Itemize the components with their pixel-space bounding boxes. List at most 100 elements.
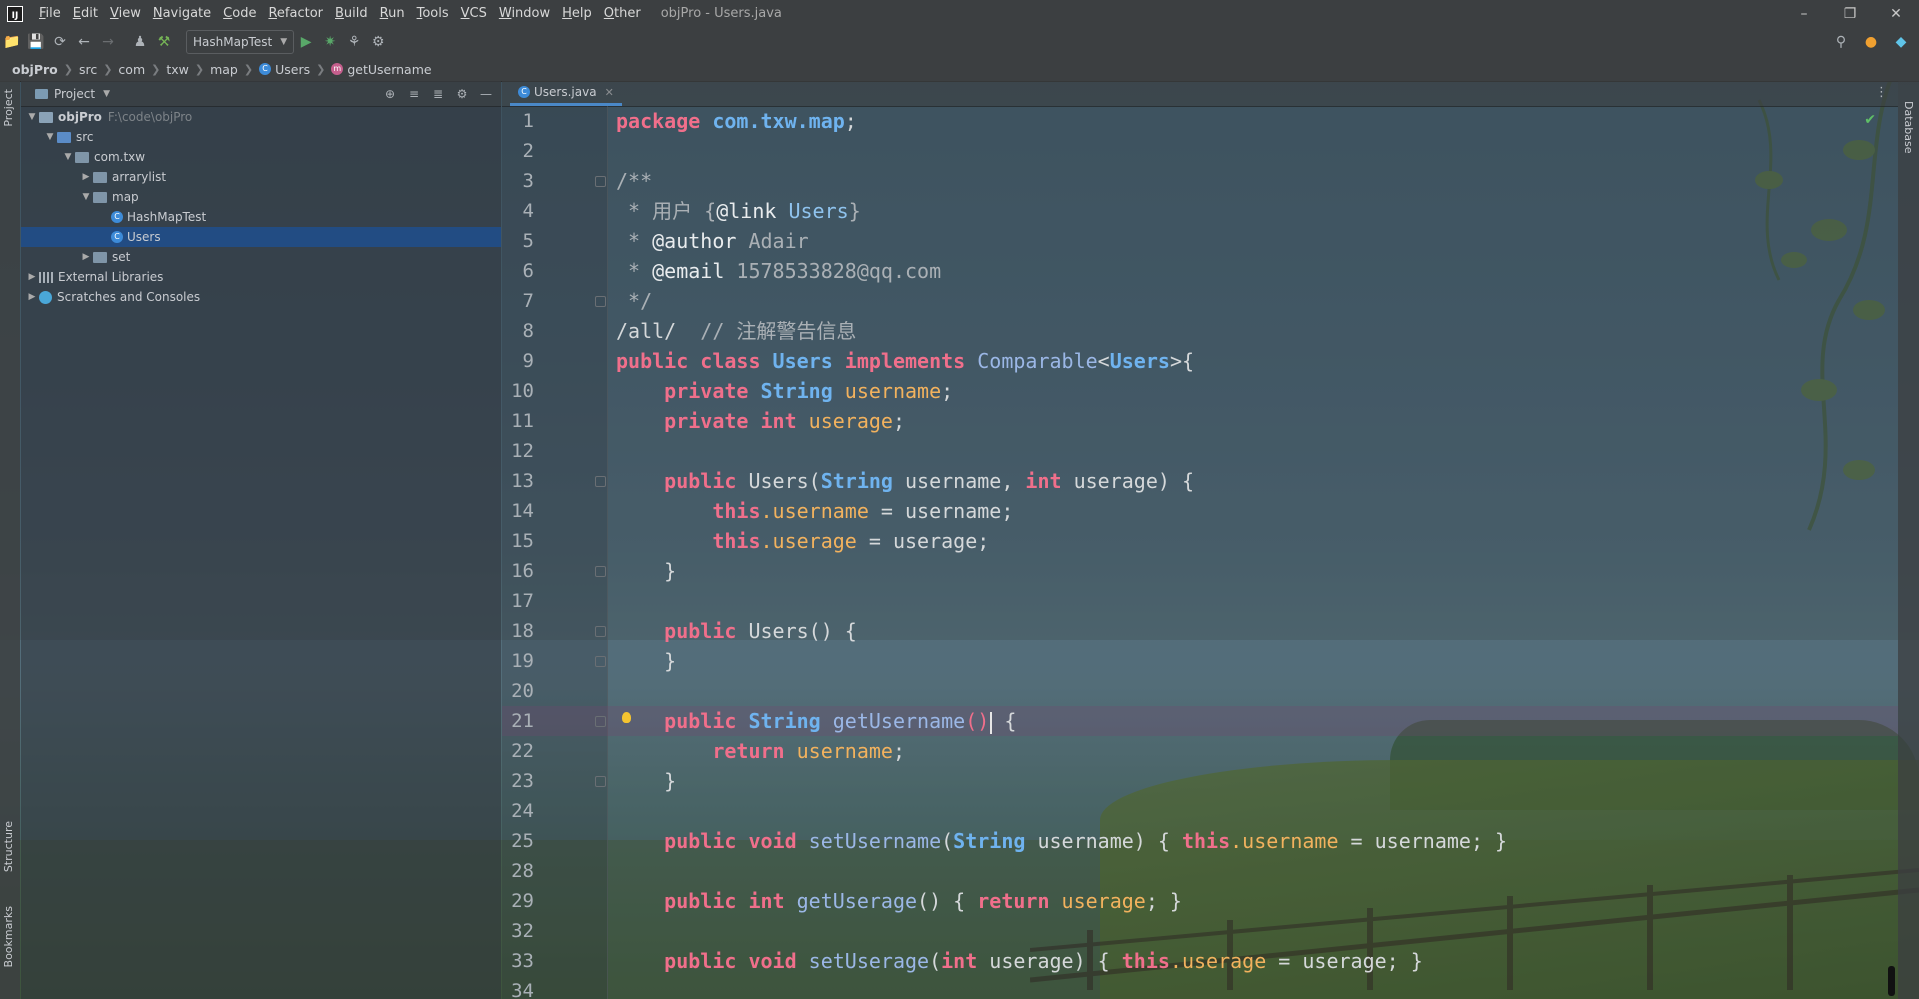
collapse-all-icon[interactable]: ≣	[429, 85, 447, 103]
chevron-down-icon[interactable]: ▼	[25, 112, 39, 122]
fold-icon[interactable]	[595, 776, 606, 787]
more-options-icon[interactable]: ⋮	[1875, 85, 1888, 100]
editor-scrollbar[interactable]	[1888, 966, 1895, 996]
forward-icon[interactable]: →	[96, 30, 120, 54]
code-area[interactable]: 1 package com.txw.map; 2 3 /** 4 * 用户 {@li…	[502, 106, 1898, 999]
menu-edit[interactable]: Edit	[67, 6, 104, 21]
tab-users-java[interactable]: C Users.java ✕	[510, 81, 622, 106]
tool-window-bookmarks[interactable]: Bookmarks	[2, 906, 15, 967]
debug-icon[interactable]: ✷	[318, 30, 342, 54]
tree-item-map[interactable]: ▼ map	[21, 187, 501, 207]
crumb-map[interactable]: map	[206, 62, 242, 77]
tool-window-database[interactable]: Database	[1902, 101, 1915, 154]
tree-item-external-libraries[interactable]: ▶ External Libraries	[21, 267, 501, 287]
tree-item-label: Users	[127, 230, 161, 244]
fold-icon[interactable]	[595, 476, 606, 487]
fold-icon[interactable]	[595, 296, 606, 307]
tool-window-structure[interactable]: Structure	[2, 821, 15, 872]
class-icon: C	[259, 63, 272, 75]
menu-other[interactable]: Other	[598, 6, 647, 21]
chevron-down-icon[interactable]: ▼	[43, 132, 57, 142]
tree-item-objpro[interactable]: ▼ objPro F:\code\objPro	[21, 107, 501, 127]
coverage-icon[interactable]: ⚘	[342, 30, 366, 54]
run-configuration-select[interactable]: HashMapTest ▼	[186, 30, 295, 54]
menu-tools[interactable]: Tools	[411, 6, 455, 21]
line-number: 5	[522, 230, 534, 252]
update-icon[interactable]: ●	[1859, 30, 1883, 54]
keyword-token: implements	[844, 349, 966, 373]
menu-build[interactable]: Build	[329, 6, 374, 21]
menu-code[interactable]: Code	[217, 6, 262, 21]
fold-icon[interactable]	[595, 176, 606, 187]
code-text: this.userage = userage;	[616, 526, 989, 556]
menu-refactor[interactable]: Refactor	[262, 6, 329, 21]
chevron-right-icon[interactable]: ▶	[79, 172, 93, 182]
menu-view[interactable]: View	[104, 6, 147, 21]
code-token: userage) {	[1061, 469, 1194, 493]
hide-icon[interactable]: —	[477, 85, 495, 103]
plugin-icon[interactable]: ◆	[1889, 30, 1913, 54]
chevron-right-icon[interactable]: ▶	[79, 252, 93, 262]
restore-icon[interactable]: ❐	[1827, 0, 1873, 27]
chevron-down-icon[interactable]: ▼	[61, 152, 75, 162]
chevron-down-icon[interactable]: ▼	[79, 192, 93, 202]
fold-icon[interactable]	[595, 566, 606, 577]
line-number: 11	[511, 410, 534, 432]
tree-item-label: set	[112, 250, 131, 264]
user-dropdown-icon[interactable]: ♟	[128, 30, 152, 54]
open-folder-icon[interactable]: 📁	[0, 30, 24, 54]
crumb-txw[interactable]: txw	[162, 62, 193, 77]
toolbar-right: ⚲ ● ◆	[1829, 30, 1913, 54]
tree-item-arrarylist[interactable]: ▶ arrarylist	[21, 167, 501, 187]
menu-navigate[interactable]: Navigate	[147, 6, 217, 21]
crumb-src[interactable]: src	[75, 62, 101, 77]
tree-item-com-txw[interactable]: ▼ com.txw	[21, 147, 501, 167]
close-tab-icon[interactable]: ✕	[605, 86, 614, 99]
chevron-right-icon[interactable]: ▶	[25, 292, 39, 302]
code-token: }	[616, 559, 677, 583]
profile-icon[interactable]: ⚙	[366, 30, 390, 54]
code-token: ;	[844, 109, 857, 133]
menu-help[interactable]: Help	[556, 6, 598, 21]
tree-item-set[interactable]: ▶ set	[21, 247, 501, 267]
keyword-token: return	[977, 889, 1050, 913]
fold-icon[interactable]	[595, 626, 606, 637]
close-icon[interactable]: ✕	[1873, 0, 1919, 27]
menu-file[interactable]: File	[33, 6, 67, 21]
tool-window-project[interactable]: Project	[2, 89, 15, 127]
menu-run[interactable]: Run	[374, 6, 411, 21]
tree-item-scratches[interactable]: ▶ Scratches and Consoles	[21, 287, 501, 307]
build-hammer-icon[interactable]: ⚒	[152, 30, 176, 54]
expand-all-icon[interactable]: ≡	[405, 85, 423, 103]
chevron-right-icon[interactable]: ▶	[25, 272, 39, 282]
code-editor[interactable]: ✔ 1 package com.txw.map; 2 3/** 4 * 用户 {@…	[502, 106, 1898, 999]
class-icon: C	[111, 231, 123, 243]
line-number: 13	[511, 470, 534, 492]
locate-icon[interactable]: ⊕	[381, 85, 399, 103]
tree-item-users[interactable]: C Users	[21, 227, 501, 247]
crumb-com[interactable]: com	[114, 62, 149, 77]
code-token: >{	[1169, 349, 1195, 373]
fold-icon[interactable]	[595, 716, 606, 727]
save-all-icon[interactable]: 💾	[24, 30, 48, 54]
line-number: 4	[522, 200, 534, 222]
fold-icon[interactable]	[595, 656, 606, 667]
tree-item-hashmaptest[interactable]: C HashMapTest	[21, 207, 501, 227]
settings-gear-icon[interactable]: ⚙	[453, 85, 471, 103]
menu-vcs[interactable]: VCS	[455, 6, 493, 21]
search-icon[interactable]: ⚲	[1829, 30, 1853, 54]
tree-item-src[interactable]: ▼ src	[21, 127, 501, 147]
minimize-icon[interactable]: –	[1781, 0, 1827, 27]
main-toolbar: 📁 💾 ⟳ ← → ♟ ⚒ HashMapTest ▼ ▶ ✷ ⚘ ⚙ ⚲ ● …	[0, 27, 1919, 57]
window-controls: – ❐ ✕	[1781, 0, 1919, 27]
back-icon[interactable]: ←	[72, 30, 96, 54]
crumb-project[interactable]: objPro	[8, 62, 62, 77]
menu-window[interactable]: Window	[493, 6, 556, 21]
project-panel-header[interactable]: Project ▼ ⊕ ≡ ≣ ⚙ —	[21, 81, 501, 107]
sync-icon[interactable]: ⟳	[48, 30, 72, 54]
line-number: 1	[522, 110, 534, 132]
crumb-users[interactable]: C Users	[255, 62, 314, 77]
crumb-method[interactable]: m getUsername	[327, 62, 435, 77]
javadoc-tag: @link	[716, 199, 777, 223]
run-icon[interactable]: ▶	[294, 30, 318, 54]
